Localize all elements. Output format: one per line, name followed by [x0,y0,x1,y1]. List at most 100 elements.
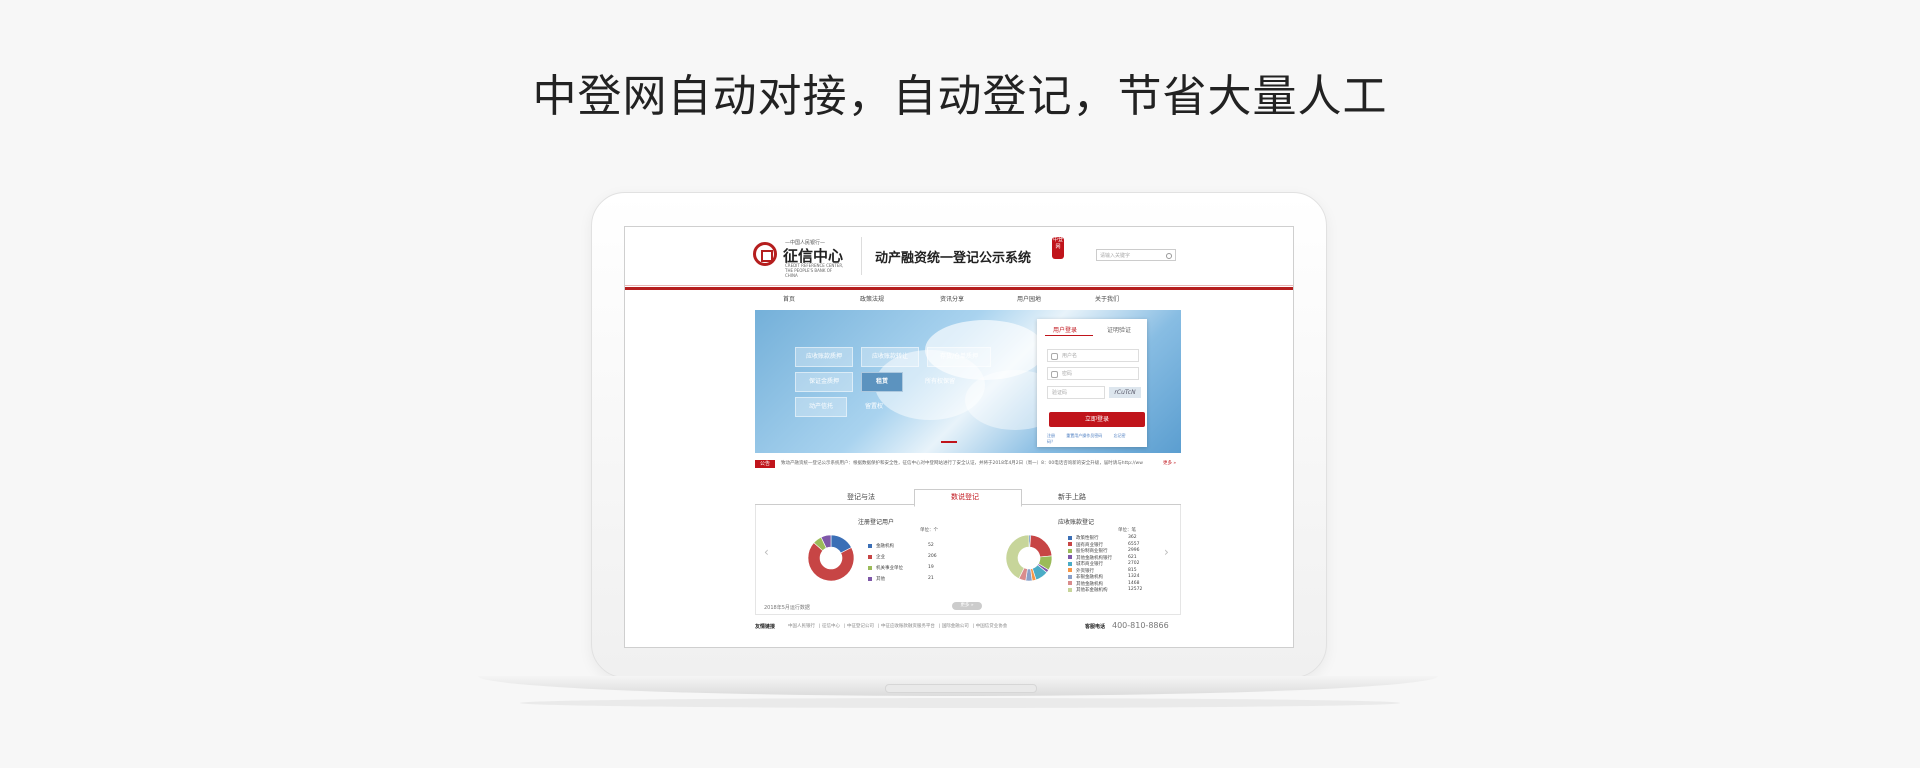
legend-swatch [1068,581,1072,585]
notice-more-link[interactable]: 更多 » [1163,459,1176,469]
legend-value: 19 [928,565,934,570]
legend-swatch [1068,587,1072,592]
tab-user-login[interactable]: 用户登录 [1053,325,1077,334]
login-button[interactable]: 立即登录 [1049,412,1145,427]
username-placeholder: 用户名 [1062,353,1078,359]
legend-label: 政策性银行 [1076,536,1099,541]
legend-swatch [1068,568,1072,572]
legend-value: 12572 [1128,587,1143,592]
legend-swatch [868,565,872,570]
legend-label: 股份制商业银行 [1076,549,1108,554]
nav-policy[interactable]: 政策法规 [860,294,884,303]
legend-swatch [868,543,872,548]
banner-tag[interactable]: 动产信托 [795,397,847,417]
footer-link[interactable]: 中征登记公司 [847,624,874,629]
legend-label: 金融机构 [876,544,894,549]
nav-news[interactable]: 资讯分享 [940,294,964,303]
legend-label: 国有商业银行 [1076,542,1103,548]
legend-item: 城市商业银行 2702 [1068,561,1139,567]
legend-item: 其他金融机构 1468 [1068,581,1139,587]
legend-item: 其他 21 [868,576,934,582]
footer-links-label: 友情链接 [755,624,776,630]
legend-item: 政策性银行 362 [1068,535,1137,541]
captcha-field[interactable]: 验证码 [1047,386,1105,399]
legend-value: 2996 [1128,548,1140,553]
search-input[interactable]: 请输入关键字 [1096,249,1176,261]
legend-label: 其他 [876,577,885,582]
right-donut-chart [1005,534,1053,582]
footer-link[interactable]: 征信中心 [822,624,840,629]
nav-home[interactable]: 首页 [783,294,795,303]
tab-data-registration[interactable]: 数说登记 [951,492,979,502]
donut-slice [1029,534,1053,558]
lock-icon [1051,371,1058,378]
notice-badge: 公告 [755,460,775,468]
legend-swatch [1068,535,1072,540]
chevron-left-icon[interactable]: ‹ [764,545,769,559]
stamp-icon: 中登网 [1052,237,1064,259]
legend-value: 362 [1128,535,1137,540]
notice-text[interactable]: 致动产融资统一登记公示系统用户：根据数据保护和安全性，征信中心对中登网站进行了安… [781,459,1151,469]
banner-tag[interactable]: 应收账款转让 [861,347,919,367]
tab-getting-started[interactable]: 新手上路 [1058,492,1086,502]
legend-item: 非银金融机构 1324 [1068,574,1139,580]
legend-value: 52 [928,543,934,548]
nav-user-garden[interactable]: 用户园地 [1017,294,1041,303]
legend-swatch [868,576,872,581]
legend-value: 6557 [1128,541,1140,547]
header-red-line [625,287,1293,290]
banner-tag[interactable]: 保证金质押 [795,372,853,392]
carousel-indicator[interactable] [941,441,957,443]
legend-item: 机关事业单位 19 [868,565,934,571]
legend-item: 外资银行 815 [1068,568,1137,574]
password-field[interactable]: 密码 [1047,367,1139,380]
legend-swatch [868,554,872,559]
banner-tag[interactable]: 应收账款质押 [795,347,853,367]
login-links: 注册 重置用户操作员密码 忘记密码？ [1047,433,1142,445]
tab-registration-law[interactable]: 登记与法 [847,492,875,502]
banner-tag[interactable]: 所有权保留 [911,372,969,392]
legend-item: 其他非金融机构 12572 [1068,587,1142,593]
hotline-number: 400-810-8866 [1112,621,1169,630]
search-icon[interactable] [1166,253,1172,259]
password-placeholder: 密码 [1062,371,1073,377]
chevron-right-icon[interactable]: › [1164,545,1169,559]
site-footer: 友情链接 中国人民银行 | 征信中心 | 中征登记公司 | 中征应收账款融资服务平台 |… [755,621,1181,633]
headline: 中登网自动对接，自动登记，节省大量人工 [532,71,1388,122]
legend-label: 企业 [876,555,885,560]
logo-seal-icon [753,242,777,266]
tab-cert-verify[interactable]: 证明验证 [1107,325,1131,334]
register-link[interactable]: 注册 [1047,433,1055,438]
legend-item: 其他金融机构银行 621 [1068,555,1137,561]
legend-value: 815 [1128,567,1137,573]
content-tabs: 登记与法 数说登记 新手上路 [755,489,1181,507]
right-chart-legend: 政策性银行 362 国有商业银行 6557 股份制商业银行 2996 其他金融机构银行 621… [1068,535,1148,595]
captcha-image[interactable]: rCuTcN [1109,387,1141,398]
legend-value: 206 [928,554,937,559]
banner-tag[interactable]: 留置权 [853,397,895,417]
legend-value: 621 [1128,554,1137,560]
banner-tag-selected[interactable]: 租赁 [861,372,903,392]
login-tab-underline [1045,335,1093,336]
legend-label: 外资银行 [1076,568,1094,574]
footer-link[interactable]: 中国信贷业协会 [976,624,1008,629]
legend-value: 1324 [1128,574,1140,579]
footer-links: 中国人民银行 | 征信中心 | 中征登记公司 | 中征应收账款融资服务平台 | 国际金融… [788,624,1008,629]
search-placeholder: 请输入关键字 [1100,253,1131,259]
system-title: 动产融资统一登记公示系统 [875,251,1032,266]
site-header: —中国人民银行— 征信中心 CREDIT REFERENCE CENTER, T… [625,227,1293,287]
login-panel: 用户登录 证明验证 用户名 密码 验证码 rCuTcN 立即登录 注册 重置用户… [1037,319,1147,447]
legend-label: 其他金融机构银行 [1076,555,1112,561]
nav-about[interactable]: 关于我们 [1095,294,1119,303]
reset-operator-password-link[interactable]: 重置用户操作员密码 [1066,433,1102,438]
stats-more-button[interactable]: 更多 » [952,602,982,610]
username-field[interactable]: 用户名 [1047,349,1139,362]
footer-link[interactable]: 国际金融公司 [942,624,969,629]
laptop-screen: —中国人民银行— 征信中心 CREDIT REFERENCE CENTER, T… [624,226,1294,648]
legend-item: 企业 206 [868,554,937,560]
footer-link[interactable]: 中征应收账款融资服务平台 [881,624,935,629]
footer-link[interactable]: 中国人民银行 [788,624,815,629]
banner-tag[interactable]: 存货/仓单质押 [927,347,991,367]
legend-swatch [1068,548,1072,553]
notice-bar: 公告 致动产融资统一登记公示系统用户：根据数据保护和安全性，征信中心对中登网站进… [755,459,1185,469]
